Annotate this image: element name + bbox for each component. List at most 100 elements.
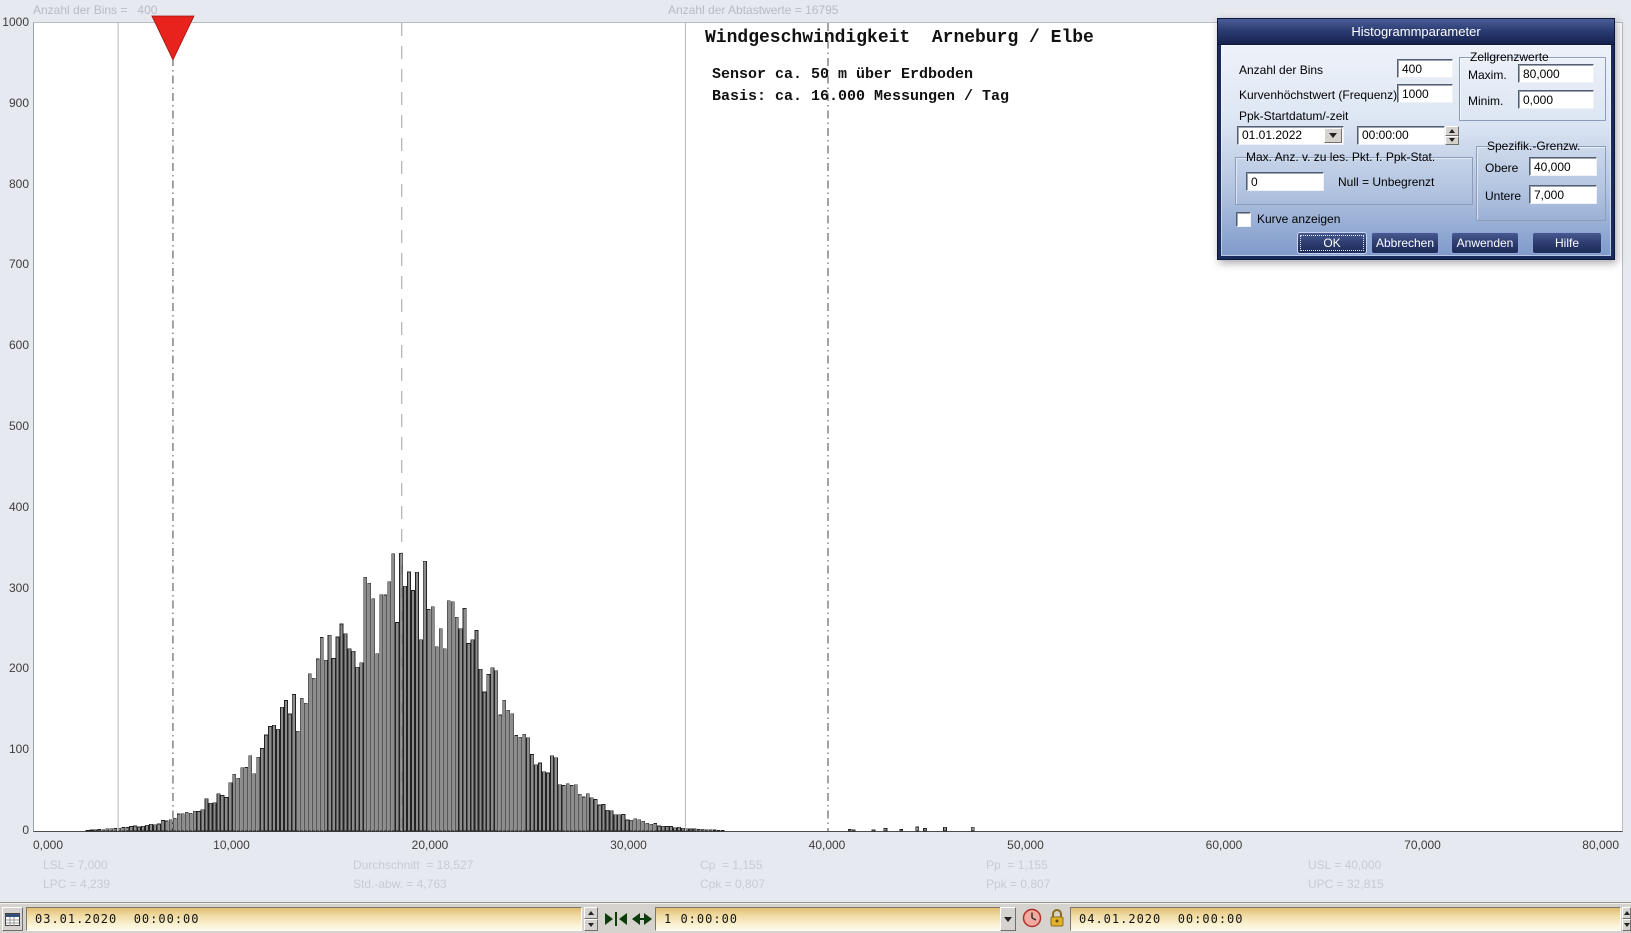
y-axis-tick-label: 100	[0, 742, 29, 756]
stat-upc: UPC = 32,815	[1308, 877, 1384, 891]
time-toolbar: 03.01.2020 00:00:00 1 0:00:00	[0, 902, 1631, 933]
y-axis-tick-label: 1000	[0, 15, 29, 29]
spec-limits-group-title: Spezifik.-Grenzw.	[1484, 139, 1583, 153]
ppk-time-spinner[interactable]	[1445, 126, 1459, 145]
ok-button[interactable]: OK	[1297, 232, 1367, 254]
stat-lpc: LPC = 4,239	[43, 877, 110, 891]
stat-durchschnitt: Durchschnitt = 18,527	[353, 858, 473, 872]
y-axis-tick-label: 400	[0, 500, 29, 514]
curve-max-field-label: Kurvenhöchstwert (Frequenz)	[1239, 88, 1397, 102]
cell-limits-group: Zellgrenzwerte Maxim. Minim.	[1459, 57, 1606, 121]
start-datetime-spinner[interactable]	[584, 907, 598, 931]
x-axis-tick-label: 50,000	[1007, 838, 1044, 852]
spinner-down-icon[interactable]	[584, 919, 598, 931]
dialog-titlebar[interactable]: Histogrammparameter	[1218, 19, 1614, 45]
cell-limits-group-title: Zellgrenzwerte	[1467, 50, 1552, 64]
stat-cp: Cp = 1,155	[700, 858, 762, 872]
show-curve-label: Kurve anzeigen	[1257, 212, 1340, 226]
y-axis-tick-label: 0	[0, 823, 29, 837]
samples-count-label: Anzahl der Abtastwerte = 16795	[668, 3, 838, 17]
ppk-start-label: Ppk-Startdatum/-zeit	[1239, 109, 1348, 123]
inward-arrows-icon	[604, 910, 628, 928]
x-axis-tick-label: 60,000	[1206, 838, 1243, 852]
spinner-up-icon[interactable]	[1622, 907, 1631, 919]
ppk-date-value: 01.01.2022	[1242, 128, 1302, 142]
y-axis-tick-label: 200	[0, 661, 29, 675]
lower-label: Untere	[1485, 189, 1521, 203]
end-datetime-field[interactable]: 04.01.2020 00:00:00	[1070, 907, 1621, 931]
bins-field-label: Anzahl der Bins	[1239, 63, 1323, 77]
spinner-down-icon[interactable]	[1445, 136, 1459, 146]
stat-pp: Pp = 1,155	[986, 858, 1048, 872]
spinner-up-icon[interactable]	[1445, 126, 1459, 136]
spinner-down-icon[interactable]	[1622, 919, 1631, 931]
y-axis-tick-label: 900	[0, 96, 29, 110]
chart-title: Windgeschwindigkeit Arneburg / Elbe	[705, 28, 1094, 48]
y-axis-tick-label: 300	[0, 581, 29, 595]
max-label: Maxim.	[1468, 68, 1507, 82]
spinner-up-icon[interactable]	[584, 907, 598, 919]
lower-input[interactable]	[1529, 185, 1597, 204]
lock-icon	[1048, 908, 1066, 928]
stat-lsl: LSL = 7,000	[43, 858, 108, 872]
show-curve-checkbox[interactable]	[1236, 212, 1251, 227]
dialog-title: Histogrammparameter	[1351, 24, 1480, 39]
lsl-marker-triangle	[152, 16, 194, 60]
ppk-date-dropdown-button[interactable]	[1324, 128, 1342, 143]
histogram-bars	[86, 554, 974, 831]
help-button[interactable]: Hilfe	[1532, 232, 1602, 254]
x-axis-tick-label: 30,000	[610, 838, 647, 852]
max-points-hint: Null = Unbegrenzt	[1338, 175, 1434, 189]
bins-count-label: Anzahl der Bins = 400	[33, 3, 157, 17]
clock-icon	[1022, 908, 1042, 928]
max-points-group: Max. Anz. v. zu les. Pkt. f. Ppk-Stat. N…	[1235, 157, 1473, 205]
ppk-time-value: 00:00:00	[1362, 128, 1409, 142]
chevron-down-icon	[1004, 917, 1012, 922]
application-window: Anzahl der Bins = 400 Anzahl der Abtastw…	[0, 0, 1631, 933]
x-axis-tick-label: 70,000	[1404, 838, 1441, 852]
y-axis-tick-label: 800	[0, 177, 29, 191]
lock-button[interactable]	[1048, 908, 1066, 933]
stat-ppk: Ppk = 0,807	[986, 877, 1050, 891]
zoom-out-range-button[interactable]	[630, 910, 654, 933]
min-input[interactable]	[1518, 90, 1594, 109]
curve-max-input[interactable]	[1397, 84, 1453, 103]
x-axis-tick-label: 80,000	[1582, 838, 1619, 852]
stat-usl: USL = 40,000	[1308, 858, 1381, 872]
end-datetime-spinner[interactable]	[1622, 907, 1631, 931]
upper-input[interactable]	[1529, 157, 1597, 176]
y-axis-tick-label: 500	[0, 419, 29, 433]
histogram-parameter-dialog: Histogrammparameter Anzahl der Bins Kurv…	[1217, 18, 1615, 260]
outward-arrows-icon	[630, 910, 654, 928]
stat-cpk: Cpk = 0,807	[700, 877, 765, 891]
calendar-icon	[5, 912, 20, 927]
ppk-time-input[interactable]: 00:00:00	[1357, 126, 1445, 145]
x-axis-tick-label: 10,000	[213, 838, 250, 852]
upper-label: Obere	[1485, 161, 1518, 175]
stat-std-abw: Std.-abw. = 4,763	[353, 877, 447, 891]
chart-subtitle-2: Basis: ca. 16.000 Messungen / Tag	[712, 88, 1009, 105]
duration-field[interactable]: 1 0:00:00	[655, 907, 1001, 931]
x-axis-tick-label: 20,000	[412, 838, 449, 852]
bins-input[interactable]	[1397, 59, 1453, 78]
max-input[interactable]	[1518, 64, 1594, 83]
zoom-in-range-button[interactable]	[604, 910, 628, 933]
chart-subtitle-1: Sensor ca. 50 m über Erdboden	[712, 66, 973, 83]
max-points-group-title: Max. Anz. v. zu les. Pkt. f. Ppk-Stat.	[1243, 150, 1438, 164]
calendar-button[interactable]	[2, 907, 23, 931]
start-datetime-field[interactable]: 03.01.2020 00:00:00	[26, 907, 582, 931]
ppk-date-select[interactable]: 01.01.2022	[1237, 126, 1344, 145]
y-axis-tick-label: 700	[0, 257, 29, 271]
x-axis-tick-label: 0,000	[33, 838, 63, 852]
max-points-input[interactable]	[1246, 172, 1324, 191]
x-axis-tick-label: 40,000	[809, 838, 846, 852]
clock-button[interactable]	[1022, 908, 1042, 933]
min-label: Minim.	[1468, 94, 1503, 108]
apply-button[interactable]: Anwenden	[1451, 232, 1519, 254]
spec-limits-group: Spezifik.-Grenzw. Obere Untere	[1476, 146, 1606, 221]
y-axis-tick-label: 600	[0, 338, 29, 352]
dialog-body: Anzahl der Bins Kurvenhöchstwert (Freque…	[1221, 45, 1611, 256]
duration-dropdown-button[interactable]	[1000, 907, 1016, 931]
cancel-button[interactable]: Abbrechen	[1371, 232, 1439, 254]
chevron-down-icon	[1329, 133, 1337, 138]
